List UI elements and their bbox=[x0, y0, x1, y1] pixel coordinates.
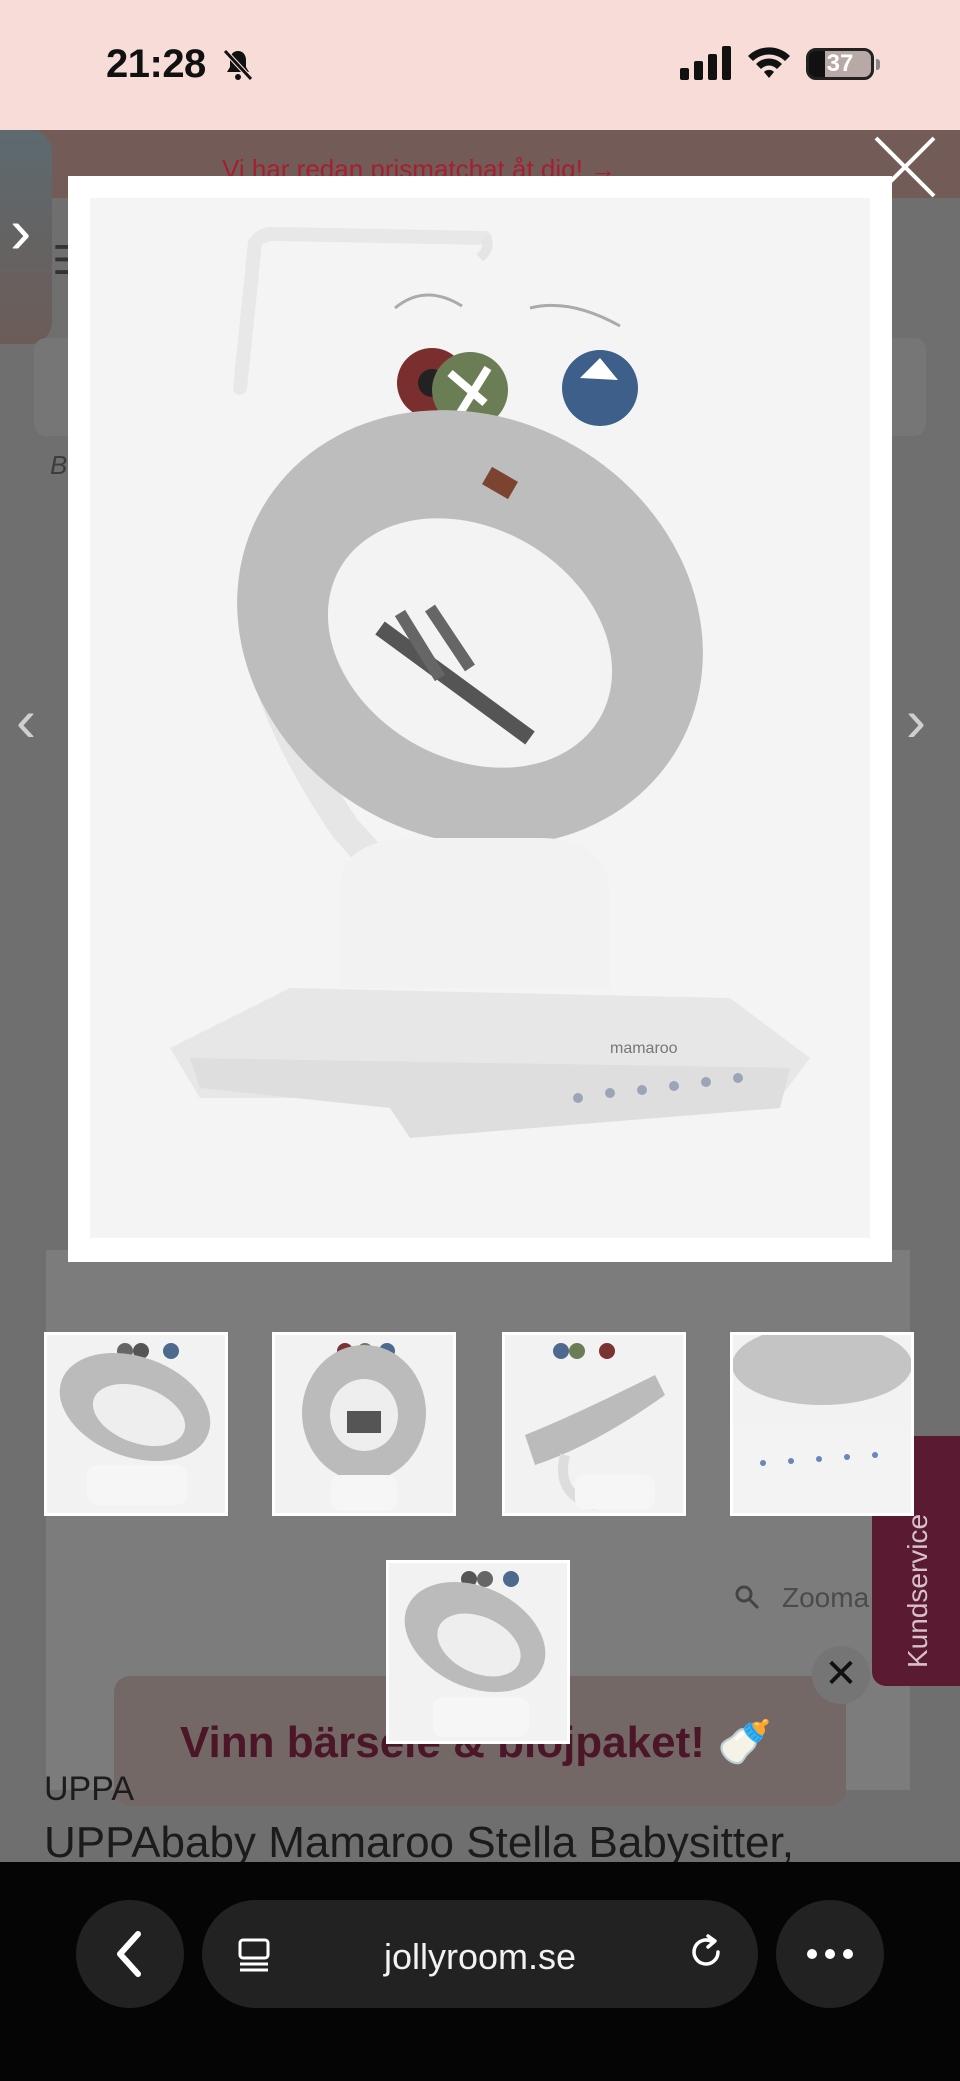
address-bar[interactable]: jollyroom.se bbox=[202, 1900, 758, 2008]
brand-label: UPPA bbox=[44, 1770, 135, 1808]
prev-image-arrow[interactable]: ‹ bbox=[16, 686, 36, 755]
status-bar: 21:28 37 bbox=[0, 0, 960, 130]
magnifier-icon bbox=[735, 1585, 760, 1610]
product-base-brand: mamaroo bbox=[610, 1040, 678, 1057]
thumbnail-4[interactable] bbox=[730, 1332, 914, 1516]
chevron-right-icon: › bbox=[10, 195, 32, 267]
battery-level: 37 bbox=[826, 50, 854, 77]
image-lightbox: mamaroo bbox=[68, 176, 892, 1262]
thumbnail-image bbox=[525, 1343, 665, 1510]
back-button[interactable] bbox=[76, 1900, 184, 2008]
product-image[interactable]: mamaroo bbox=[90, 198, 870, 1238]
url-text: jollyroom.se bbox=[383, 1936, 577, 1977]
zoom-label[interactable]: Zooma bbox=[782, 1582, 869, 1614]
chevron-left-icon bbox=[117, 1931, 141, 1977]
thumbnail-5[interactable] bbox=[386, 1560, 570, 1744]
breadcrumb: B bbox=[50, 450, 68, 480]
thumbnail-image bbox=[302, 1343, 426, 1511]
battery-icon: 37 bbox=[806, 48, 880, 80]
bell-slash-icon bbox=[223, 49, 253, 81]
more-button[interactable] bbox=[776, 1900, 884, 2008]
status-time: 21:28 bbox=[106, 42, 206, 86]
signal-icon bbox=[680, 46, 731, 80]
wifi-icon bbox=[748, 47, 790, 78]
thumbnail-image bbox=[59, 1343, 211, 1505]
ellipsis-icon bbox=[807, 1949, 853, 1959]
reload-icon[interactable] bbox=[686, 1932, 726, 1972]
thumbnail-1[interactable] bbox=[44, 1332, 228, 1516]
thumbnail-3[interactable] bbox=[502, 1332, 686, 1516]
next-image-arrow[interactable]: › bbox=[906, 686, 926, 755]
customer-service-label: Kundservice bbox=[902, 1513, 933, 1668]
product-title: UPPAbaby Mamaroo Stella Babysitter, bbox=[44, 1818, 794, 1862]
baby-swing-illustration: mamaroo bbox=[170, 226, 810, 1138]
side-drawer-tab[interactable]: › bbox=[0, 130, 52, 344]
thumbnail-image bbox=[404, 1571, 546, 1737]
thumbnail-image bbox=[733, 1335, 911, 1513]
thumbnail-2[interactable] bbox=[272, 1332, 456, 1516]
close-banner-button[interactable]: ✕ bbox=[812, 1646, 870, 1704]
